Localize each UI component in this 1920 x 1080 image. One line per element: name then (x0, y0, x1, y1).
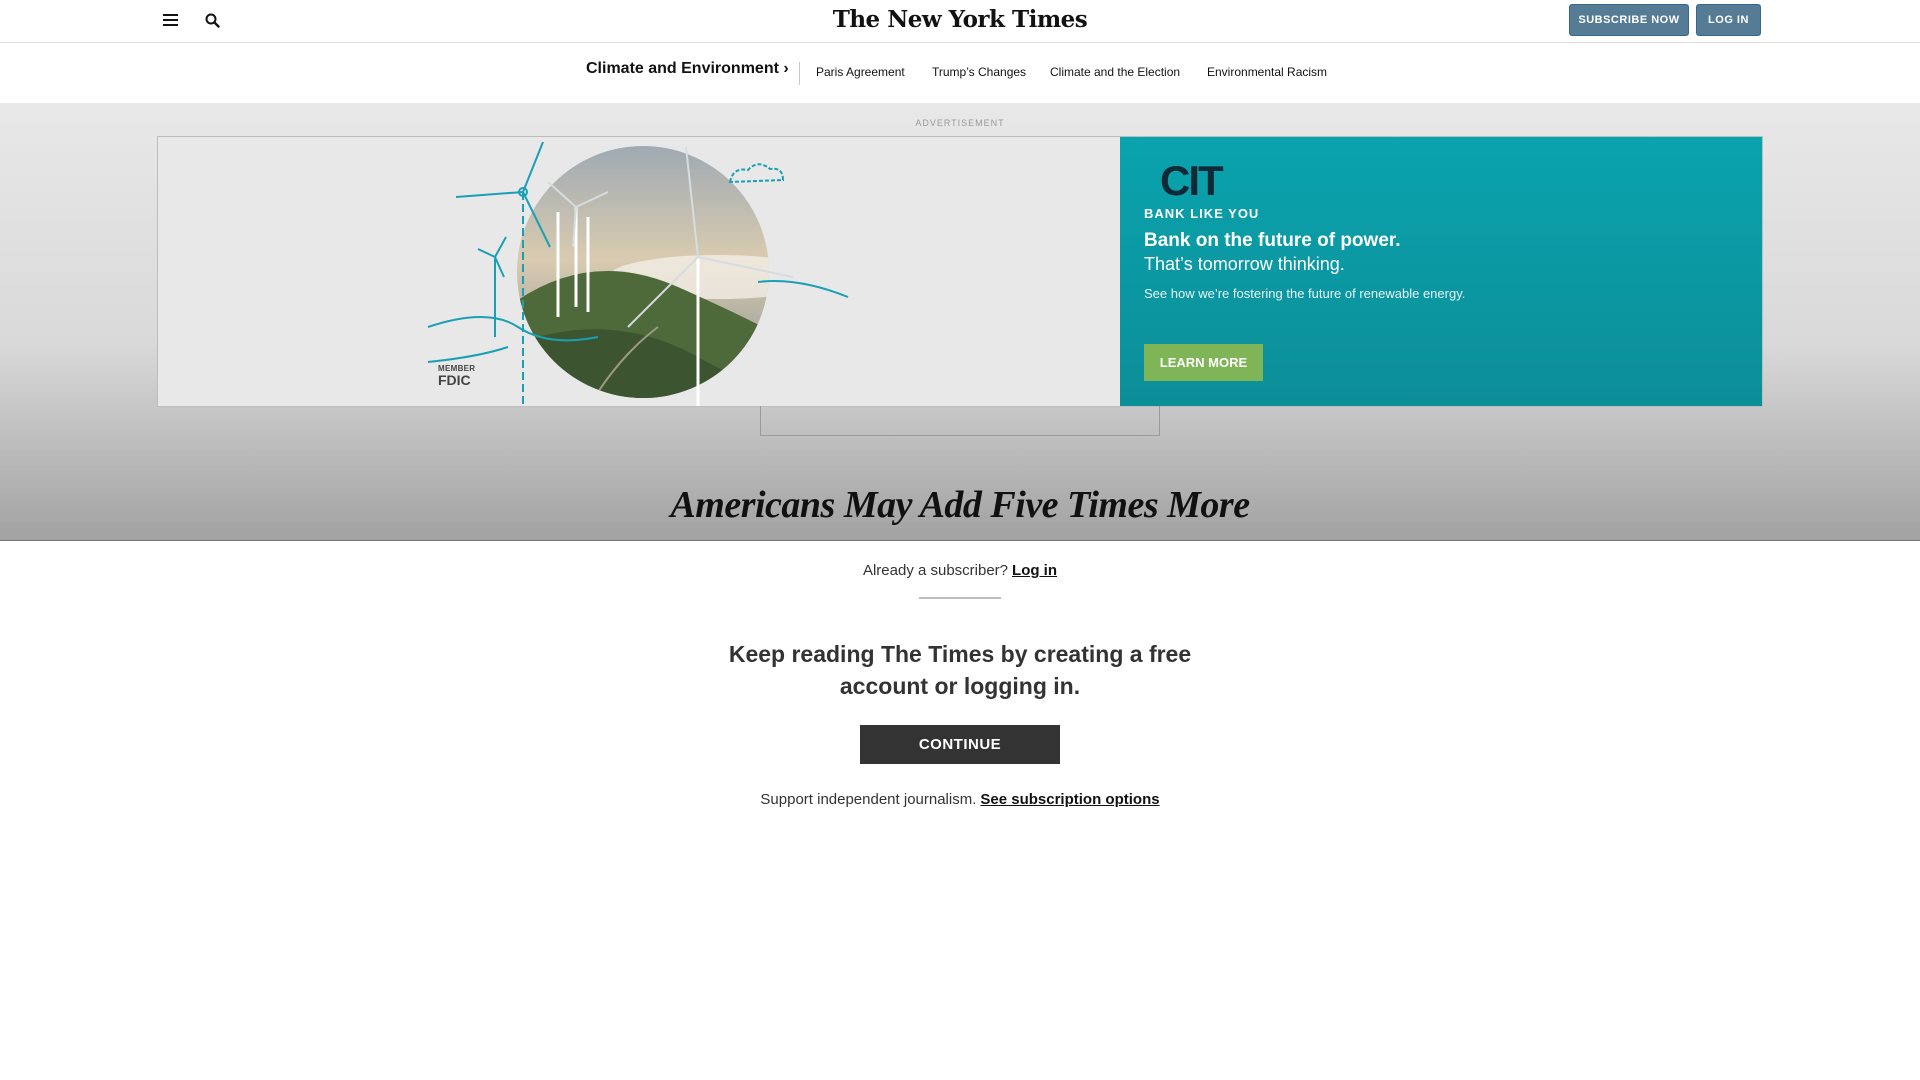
ad-body-text: See how we’re fostering the future of re… (1144, 286, 1466, 301)
keep-reading-message: Keep reading The Times by creating a fre… (728, 641, 1192, 699)
wind-turbine-illustration (427, 141, 849, 406)
ad-headline: Bank on the future of power. (1144, 230, 1401, 251)
learn-more-button[interactable]: LEARN MORE (1144, 344, 1263, 381)
ad-subheadline: That’s tomorrow thinking. (1144, 254, 1345, 274)
cit-logo[interactable]: CIT (1160, 160, 1224, 202)
hamburger-menu-icon[interactable] (158, 10, 182, 30)
obscured-element (760, 406, 1160, 436)
subscription-options-link[interactable]: See subscription options (980, 791, 1159, 808)
support-line: Support independent journalism. See subsc… (0, 791, 1920, 808)
already-subscriber-text: Already a subscriber? (862, 562, 1009, 579)
paywall-divider (919, 597, 1001, 599)
section-title-climate[interactable]: Climate and Environment › (586, 60, 789, 78)
ad-tagline: BANK LIKE YOU (1144, 206, 1260, 221)
subnav-item-paris-agreement[interactable]: Paris Agreement (816, 65, 905, 79)
log-in-button[interactable]: LOG IN (1696, 4, 1761, 36)
paywall-panel: Already a subscriber? Log in Keep reading… (0, 540, 1920, 1080)
search-icon[interactable] (200, 10, 224, 30)
continue-button[interactable]: CONTINUE (860, 725, 1060, 764)
masthead: The New York Times SUBSCRIBE NOW LOG IN (0, 0, 1920, 43)
subnav-item-trumps-changes[interactable]: Trump’s Changes (932, 65, 1026, 79)
advertisement-label: ADVERTISEMENT (915, 118, 1005, 128)
section-nav: Climate and Environment › Paris Agreemen… (0, 43, 1920, 103)
ad-image-panel: MEMBER FDIC (158, 137, 1120, 406)
ad-banner[interactable]: MEMBER FDIC (157, 136, 1763, 407)
section-divider (799, 62, 800, 85)
nyt-logo[interactable]: The New York Times (810, 6, 1110, 33)
subnav-item-climate-election[interactable]: Climate and the Election (1050, 65, 1180, 79)
fdic-badge: MEMBER FDIC (438, 365, 475, 388)
subnav-item-environmental-racism[interactable]: Environmental Racism (1207, 65, 1327, 79)
article-headline: Americans May Add Five Times More (670, 484, 1250, 526)
subscribe-now-button[interactable]: SUBSCRIBE NOW (1569, 4, 1689, 36)
paywall-login-link[interactable]: Log in (1012, 562, 1057, 579)
support-text: Support independent journalism. (760, 791, 977, 808)
fdic-text: FDIC (438, 372, 471, 388)
already-subscriber-line: Already a subscriber? Log in (0, 562, 1920, 579)
